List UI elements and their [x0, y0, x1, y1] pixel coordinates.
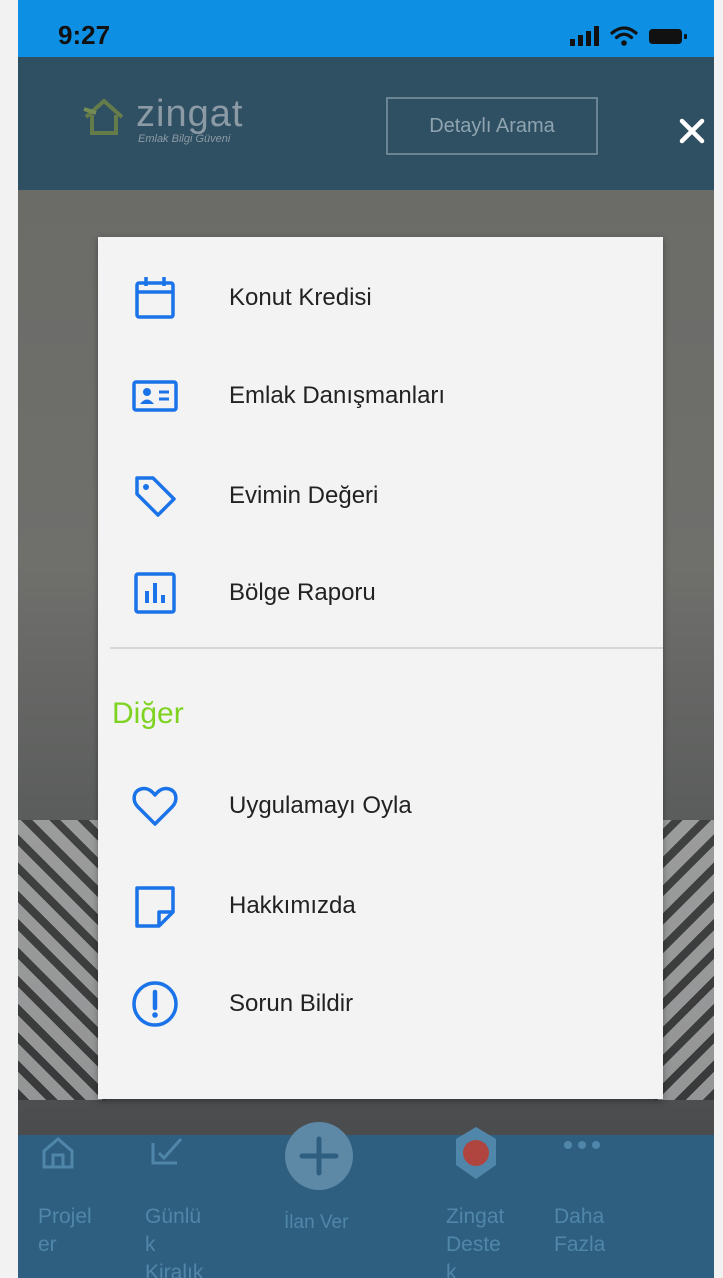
app-header: zingat Emlak Bilgi Güveni Detaylı Arama [18, 57, 714, 190]
calendar-check-icon [151, 1137, 183, 1165]
tab-label-line: k [446, 1261, 457, 1278]
support-badge-icon [456, 1127, 496, 1179]
close-icon[interactable] [676, 115, 708, 147]
logo-tagline: Emlak Bilgi Güveni [138, 133, 231, 145]
menu-divider [110, 647, 663, 649]
more-icon [564, 1141, 600, 1149]
menu-item-label: Bölge Raporu [229, 579, 376, 606]
tab-label-line: Deste [446, 1233, 501, 1256]
tab-label-line: Kiralık [145, 1261, 204, 1278]
id-card-icon [130, 371, 180, 421]
menu-item-bolge-raporu[interactable]: Bölge Raporu [98, 554, 663, 632]
alert-circle-icon [130, 979, 180, 1029]
menu-item-emlak-danismanlari[interactable]: Emlak Danışmanları [98, 357, 663, 435]
status-icons [570, 22, 688, 46]
heart-icon [130, 781, 180, 831]
note-icon [130, 881, 180, 931]
tab-label-line: Projel [38, 1205, 92, 1228]
status-bar: 9:27 [18, 0, 714, 57]
tab-label-line: er [38, 1233, 57, 1256]
bar-chart-icon [130, 568, 180, 618]
menu-item-label: Uygulamayı Oyla [229, 792, 412, 819]
wifi-icon [610, 26, 638, 46]
menu-item-konut-kredisi[interactable]: Konut Kredisi [98, 259, 663, 337]
battery-icon [649, 29, 687, 44]
menu-item-evimin-degeri[interactable]: Evimin Değeri [98, 457, 663, 535]
menu-item-label: Evimin Değeri [229, 482, 379, 509]
status-time: 9:27 [58, 20, 111, 50]
home-icon [42, 1137, 74, 1169]
detailed-search-button[interactable]: Detaylı Arama [386, 97, 598, 155]
tab-label-line: Daha [554, 1205, 605, 1228]
tab-label-line: Zingat [446, 1205, 505, 1228]
menu-item-sorun-bildir[interactable]: Sorun Bildir [98, 965, 663, 1043]
signal-icon [570, 26, 599, 46]
logo-wordmark: zingat [136, 93, 244, 135]
section-title-diger: Diğer [112, 697, 184, 730]
menu-item-hakkimizda[interactable]: Hakkımızda [98, 867, 663, 945]
right-margin [714, 0, 723, 1278]
menu-item-label: Emlak Danışmanları [229, 382, 446, 409]
tab-bar: Projel er Günlü k Kiralık İlan Ver Zinga… [18, 1122, 714, 1278]
menu-item-label: Sorun Bildir [229, 990, 354, 1017]
more-menu-card: Konut Kredisi Emlak Danışmanları Evimin … [98, 237, 663, 1099]
calendar-icon [130, 273, 180, 323]
menu-item-uygulamayi-oyla[interactable]: Uygulamayı Oyla [98, 767, 663, 845]
tab-label-line: İlan Ver [284, 1212, 349, 1233]
background-pillow-right [654, 820, 714, 1100]
tab-label-line: Günlü [145, 1205, 202, 1228]
phone-screen: 9:27 zingat Emlak Bilgi Güveni Detaylı A… [18, 0, 714, 1278]
tab-label-line: k [145, 1233, 156, 1256]
background-pillow-left [18, 820, 106, 1100]
zingat-logo[interactable]: zingat Emlak Bilgi Güveni [82, 95, 243, 145]
menu-item-label: Hakkımızda [229, 892, 356, 919]
house-logo-icon [83, 98, 124, 135]
tag-icon [130, 471, 180, 521]
menu-item-label: Konut Kredisi [229, 284, 372, 311]
left-margin [0, 0, 18, 1278]
tab-label-line: Fazla [554, 1233, 606, 1256]
plus-icon [285, 1122, 353, 1190]
